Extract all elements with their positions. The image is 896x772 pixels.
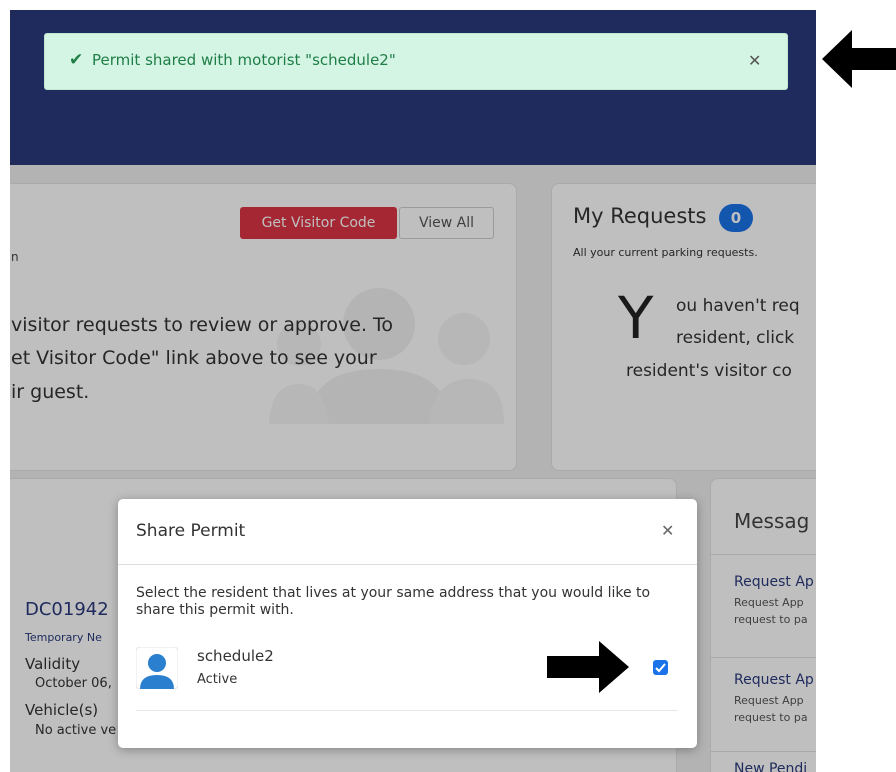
user-avatar-icon (136, 647, 178, 689)
right-arrow-annotation (547, 641, 629, 693)
resident-name: schedule2 (197, 647, 274, 665)
left-arrow-annotation (822, 30, 896, 88)
share-permit-modal: Share Permit ✕ Select the resident that … (118, 499, 697, 748)
modal-close-icon[interactable]: ✕ (661, 521, 674, 540)
checkmark-icon (655, 663, 666, 673)
toast-message: Permit shared with motorist "schedule2" (92, 51, 396, 69)
modal-title: Share Permit (136, 521, 246, 541)
resident-status: Active (197, 672, 238, 687)
share-checkbox[interactable] (653, 660, 668, 675)
success-toast: ✔ Permit shared with motorist "schedule2… (44, 33, 788, 90)
modal-instructions: Select the resident that lives at your s… (136, 585, 651, 618)
close-icon[interactable]: ✕ (748, 51, 761, 70)
check-icon: ✔ (69, 50, 84, 70)
